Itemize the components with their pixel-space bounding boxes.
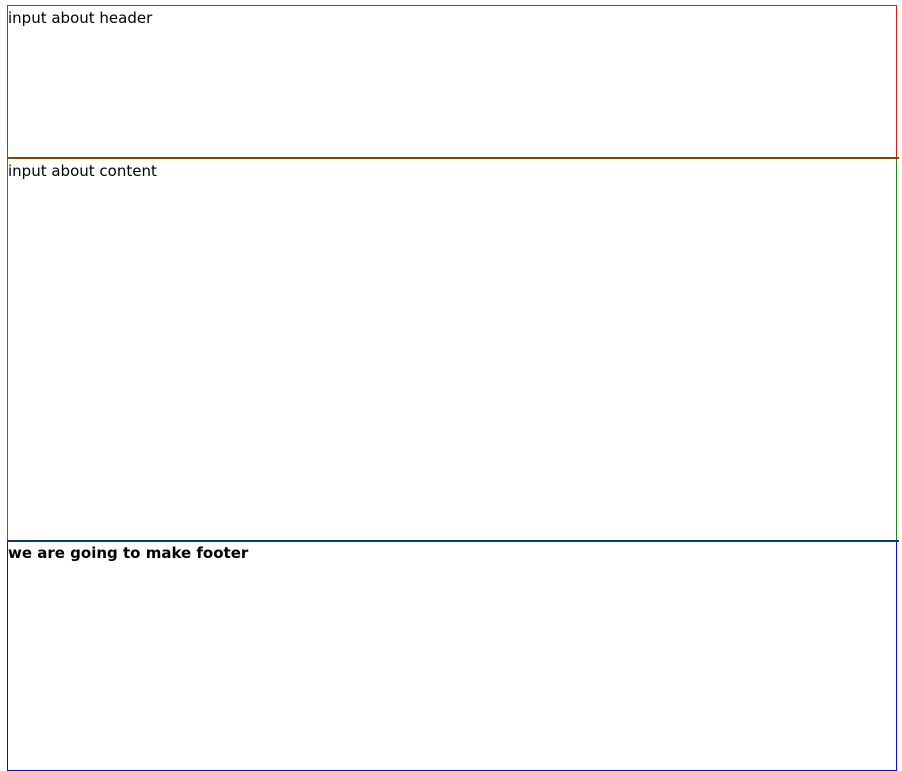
footer-divider	[7, 540, 899, 542]
content-text: input about content	[8, 162, 157, 180]
content-divider	[7, 157, 899, 159]
header-section: input about header	[7, 5, 897, 159]
page: input about header input about content w…	[0, 0, 902, 771]
footer-section: we are going to make footer	[7, 540, 897, 771]
header-text: input about header	[8, 9, 153, 27]
content-section: input about content	[7, 158, 897, 541]
footer-text: we are going to make footer	[8, 544, 249, 562]
